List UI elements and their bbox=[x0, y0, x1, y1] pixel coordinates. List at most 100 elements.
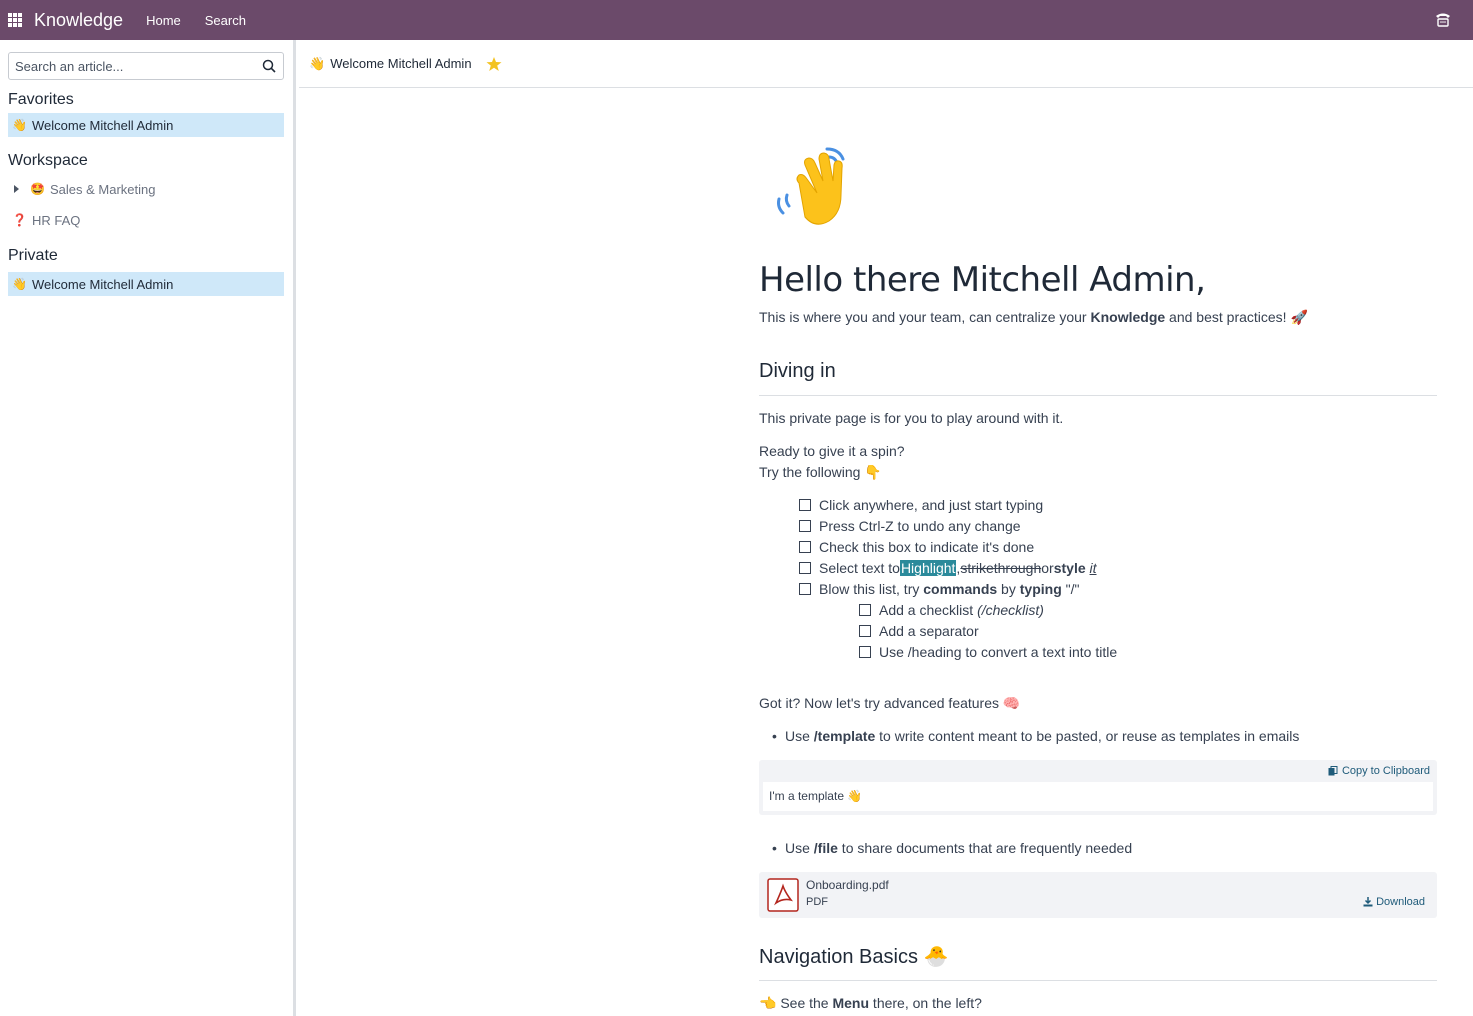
download-label: Download bbox=[1376, 896, 1425, 908]
sidebar-item-hr-faq[interactable]: ❓ HR FAQ bbox=[8, 208, 284, 232]
bold-text: /template bbox=[813, 728, 876, 744]
sidebar-item-label: Welcome Mitchell Admin bbox=[32, 276, 174, 292]
checkbox[interactable] bbox=[799, 583, 811, 595]
checkbox[interactable] bbox=[799, 541, 811, 553]
article-title-breadcrumb[interactable]: Welcome Mitchell Admin bbox=[330, 56, 471, 71]
pointing-down-icon: 👇 bbox=[864, 464, 882, 480]
bold-text: /file bbox=[813, 840, 838, 856]
sidebar-item-label: Welcome Mitchell Admin bbox=[32, 117, 174, 133]
intro-paragraph[interactable]: This is where you and your team, can cen… bbox=[759, 309, 1308, 326]
checkbox[interactable] bbox=[799, 499, 811, 511]
checklist-label: Add a checklist bbox=[879, 602, 978, 618]
article-search-box[interactable] bbox=[8, 52, 284, 80]
sidebar-item-favorite-welcome[interactable]: 👋 Welcome Mitchell Admin bbox=[8, 113, 284, 137]
apps-menu-icon[interactable] bbox=[8, 13, 22, 27]
checklist-item[interactable]: Check this box to indicate it's done bbox=[799, 539, 1034, 555]
checklist-item[interactable]: Blow this list, try commands by typing "… bbox=[799, 581, 1079, 597]
download-button[interactable]: Download bbox=[1363, 896, 1425, 908]
list-item-template[interactable]: Use /template to write content meant to … bbox=[772, 728, 1300, 744]
bullet-text: Use bbox=[785, 728, 814, 744]
checklist-label: by bbox=[997, 581, 1020, 597]
bullet-text: to share documents that are frequently n… bbox=[837, 840, 1133, 856]
checklist-label: Click anywhere, and just start typing bbox=[819, 497, 1044, 513]
waving-hand-cover-icon bbox=[777, 147, 845, 225]
checklist-label: Blow this list, try bbox=[819, 581, 924, 597]
copy-label: Copy to Clipboard bbox=[1341, 765, 1430, 777]
paragraph-private-page[interactable]: This private page is for you to play aro… bbox=[759, 410, 1063, 426]
nav-search[interactable]: Search bbox=[205, 13, 246, 28]
copy-to-clipboard-button[interactable]: Copy to Clipboard bbox=[1328, 765, 1430, 777]
file-type: PDF bbox=[806, 896, 828, 908]
checklist-label: Add a separator bbox=[879, 623, 979, 639]
file-name[interactable]: Onboarding.pdf bbox=[806, 878, 889, 892]
heading-diving-in[interactable]: Diving in bbox=[759, 360, 836, 383]
checklist-label: "/" bbox=[1061, 581, 1080, 597]
checkbox[interactable] bbox=[799, 562, 811, 574]
top-navbar: Knowledge Home Search bbox=[0, 0, 1473, 40]
heading-navigation-basics[interactable]: Navigation Basics 🐣 bbox=[759, 944, 948, 969]
paragraph-menu[interactable]: 👈 See the Menu there, on the left? bbox=[759, 995, 982, 1012]
paragraph-try-following[interactable]: Try the following 👇 bbox=[759, 464, 882, 481]
bold-text: Menu bbox=[832, 995, 870, 1011]
breadcrumb: 👋 Welcome Mitchell Admin bbox=[299, 40, 1473, 88]
template-content[interactable]: I'm a template 👋 bbox=[763, 782, 1433, 811]
sub-checklist-item[interactable]: Add a separator bbox=[859, 623, 979, 639]
checkbox[interactable] bbox=[799, 520, 811, 532]
checklist-item[interactable]: Click anywhere, and just start typing bbox=[799, 497, 1043, 513]
nav-home[interactable]: Home bbox=[146, 13, 181, 28]
sidebar-item-label: HR FAQ bbox=[32, 212, 81, 228]
favorite-star-icon[interactable] bbox=[486, 56, 502, 72]
separator bbox=[759, 395, 1437, 396]
template-block[interactable]: Copy to Clipboard I'm a template 👋 bbox=[759, 760, 1437, 815]
heading-text: Navigation Basics bbox=[759, 946, 924, 968]
checklist-item[interactable]: Select text to Highlight, strikethrough … bbox=[799, 560, 1097, 576]
brain-icon: 🧠 bbox=[1002, 695, 1021, 711]
list-item-file[interactable]: Use /file to share documents that are fr… bbox=[772, 840, 1133, 856]
phone-icon[interactable] bbox=[1435, 11, 1451, 27]
checkbox[interactable] bbox=[859, 646, 871, 658]
expand-caret-icon[interactable] bbox=[14, 185, 19, 193]
waving-hand-icon: 👋 bbox=[847, 789, 863, 803]
article-search-input[interactable] bbox=[9, 58, 249, 74]
checkbox[interactable] bbox=[859, 625, 871, 637]
sidebar-item-label: Sales & Marketing bbox=[50, 181, 156, 197]
sidebar: Favorites 👋 Welcome Mitchell Admin Works… bbox=[0, 40, 296, 1016]
sub-checklist-item[interactable]: Use /heading to convert a text into titl… bbox=[859, 644, 1117, 660]
strikethrough-text: strikethrough bbox=[960, 560, 1042, 576]
waving-hand-icon: 👋 bbox=[309, 55, 326, 71]
highlighted-text: Highlight bbox=[899, 560, 957, 576]
intro-text: This is where you and your team, can cen… bbox=[759, 309, 1091, 325]
advanced-text: Got it? Now let's try advanced features bbox=[759, 695, 1003, 711]
search-icon[interactable] bbox=[262, 59, 276, 73]
sub-checklist-item[interactable]: Add a checklist (/checklist) bbox=[859, 602, 1044, 618]
sidebar-item-private-welcome[interactable]: 👋 Welcome Mitchell Admin bbox=[8, 272, 284, 296]
private-title: Private bbox=[8, 247, 58, 264]
intro-bold: Knowledge bbox=[1090, 309, 1166, 325]
bold-text: style bbox=[1053, 560, 1086, 576]
pdf-file-icon[interactable] bbox=[767, 878, 799, 912]
menu-text: there, on the left? bbox=[869, 995, 982, 1011]
download-icon bbox=[1363, 897, 1373, 907]
checklist-item[interactable]: Press Ctrl-Z to undo any change bbox=[799, 518, 1021, 534]
paragraph-ready[interactable]: Ready to give it a spin? bbox=[759, 443, 905, 459]
try-following-text: Try the following bbox=[759, 464, 865, 480]
article-heading[interactable]: Hello there Mitchell Admin, bbox=[759, 260, 1206, 300]
menu-text: See the bbox=[776, 995, 833, 1011]
checklist-label: Check this box to indicate it's done bbox=[819, 539, 1035, 555]
rocket-icon: 🚀 bbox=[1290, 309, 1308, 325]
hatching-chick-icon: 🐣 bbox=[923, 946, 949, 968]
bold-text: typing bbox=[1019, 581, 1062, 597]
file-attachment[interactable]: Onboarding.pdf PDF Download bbox=[759, 872, 1437, 918]
paragraph-advanced[interactable]: Got it? Now let's try advanced features … bbox=[759, 695, 1020, 712]
checkbox[interactable] bbox=[859, 604, 871, 616]
bullet-text: to write content meant to be pasted, or … bbox=[875, 728, 1300, 744]
pointing-left-icon: 👈 bbox=[759, 995, 777, 1011]
app-title[interactable]: Knowledge bbox=[34, 10, 123, 31]
checklist-label: or bbox=[1041, 560, 1054, 576]
sidebar-item-sales-marketing[interactable]: 🤩 Sales & Marketing bbox=[8, 177, 284, 201]
bold-text: commands bbox=[923, 581, 998, 597]
template-text: I'm a template bbox=[769, 789, 848, 803]
waving-hand-icon: 👋 bbox=[12, 118, 27, 132]
checklist-label: Use /heading to convert a text into titl… bbox=[879, 644, 1118, 660]
bullet-text: Use bbox=[785, 840, 814, 856]
